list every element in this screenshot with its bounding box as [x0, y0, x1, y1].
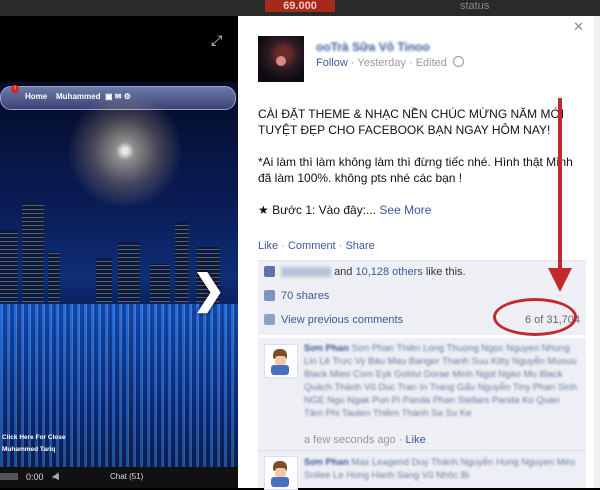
commenter-avatar[interactable] — [264, 456, 298, 490]
seek-bar[interactable] — [0, 473, 18, 480]
skyline-building — [150, 264, 170, 302]
chat-label[interactable]: Chat (51) — [110, 472, 143, 481]
skyline-building — [48, 252, 60, 302]
photo-viewer[interactable]: ⤢ ! Home Muhammed ▣ ✉ ⚙ ❯ Click Here For… — [0, 16, 238, 488]
background-status-text: status — [460, 0, 490, 12]
skyline-building — [118, 242, 140, 302]
media-player-bar: 0:00 ◀̸ Chat (51) — [0, 467, 238, 488]
firework-graphic — [50, 96, 200, 206]
comment-text: Sơn Phan Max Leagend Duy Thành Nguyễn Hu… — [304, 456, 580, 482]
comment-meta: a few seconds ago · Like — [304, 434, 426, 446]
comment-body: Sơn Phan Thiên Long Thuọng Ngọc Nguyen N… — [304, 343, 577, 419]
comment-divider — [258, 450, 586, 451]
photo-nav-profile: Muhammed — [56, 92, 101, 101]
comment-author[interactable]: Sơn Phan — [304, 457, 349, 468]
post-side-panel: ✕ ooTrà Sữa Vô Tinoo Follow · Yesterday … — [238, 16, 594, 490]
annotation-arrow — [548, 98, 572, 292]
next-photo-arrow[interactable]: ❯ — [192, 270, 226, 310]
skyline-building — [22, 202, 44, 302]
comment-like-link[interactable]: Like — [406, 434, 426, 446]
photo-nav-home: Home — [25, 92, 48, 101]
photo-caption-author: Muhammed Tariq — [2, 446, 56, 453]
water-reflection — [0, 304, 238, 488]
scrollbar[interactable] — [594, 16, 600, 488]
mute-icon[interactable]: ◀̸ — [52, 471, 59, 482]
comment-author[interactable]: Sơn Phan — [304, 343, 349, 354]
skyline-building — [0, 230, 18, 302]
notification-badge: ! — [11, 85, 19, 93]
comment-time[interactable]: a few seconds ago — [304, 434, 396, 446]
skyline-building — [175, 222, 189, 302]
photo-caption-close: Click Here For Close — [2, 434, 66, 441]
player-time: 0:00 — [26, 472, 44, 482]
comments-list: Sơn Phan Sơn Phan Thiên Long Thuọng Ngọc… — [258, 338, 586, 490]
comment-text: Sơn Phan Sơn Phan Thiên Long Thuọng Ngọc… — [304, 342, 580, 420]
fullscreen-icon[interactable]: ⤢ — [211, 32, 222, 49]
background-page-strip: 69.000 status — [0, 0, 600, 16]
skyline-building — [96, 258, 112, 302]
background-price-badge: 69.000 — [265, 0, 335, 12]
commenter-avatar[interactable] — [264, 344, 298, 378]
